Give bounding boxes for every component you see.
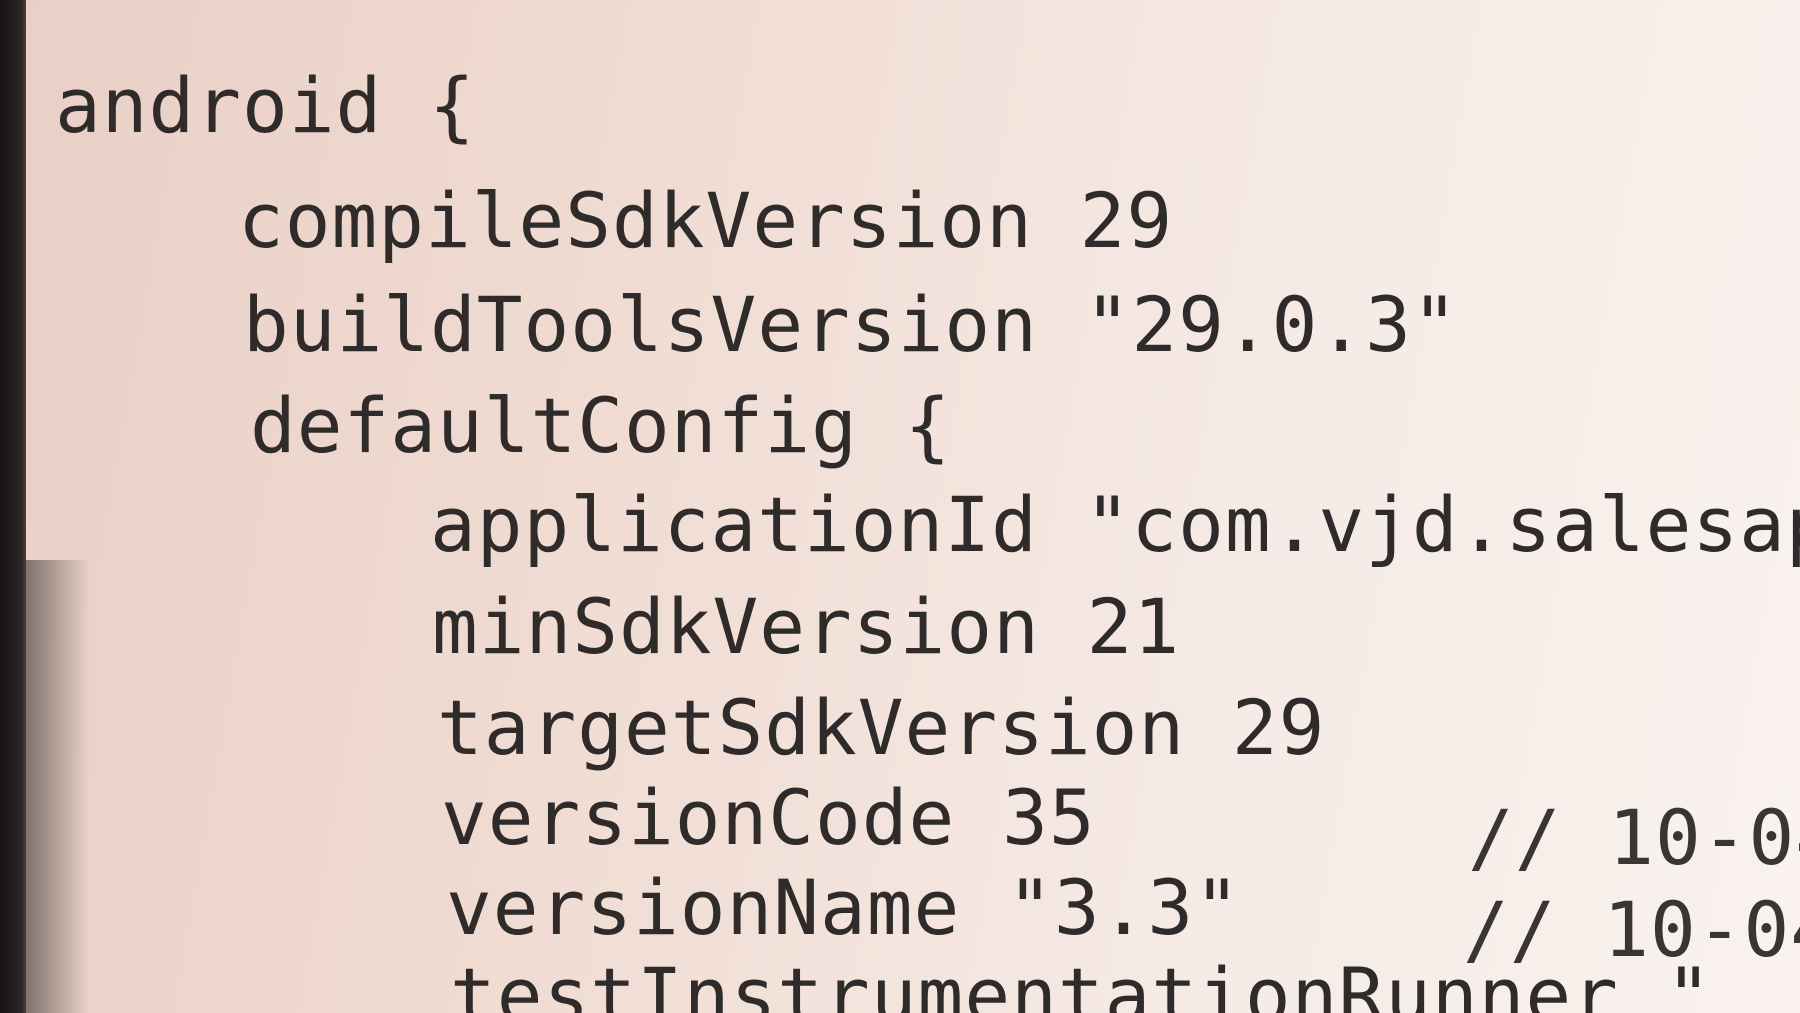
code-comment: // 10-04 (1468, 793, 1800, 882)
code-line: targetSdkVersion 29 (437, 683, 1326, 772)
code-line: versionCode 35 (441, 773, 1096, 862)
code-line: android { (55, 61, 476, 150)
code-line: applicationId "com.vjd.salesapp (430, 480, 1800, 569)
code-line: compileSdkVersion 29 (238, 176, 1174, 265)
code-line: versionName "3.3" (446, 863, 1241, 952)
code-comment: // 10-04 (1463, 885, 1800, 974)
code-editor[interactable]: android { compileSdkVersion 29 buildTool… (0, 0, 1800, 1013)
code-line: minSdkVersion 21 (432, 582, 1181, 671)
code-line: buildToolsVersion "29.0.3" (243, 280, 1459, 369)
code-line: defaultConfig { (250, 381, 952, 470)
